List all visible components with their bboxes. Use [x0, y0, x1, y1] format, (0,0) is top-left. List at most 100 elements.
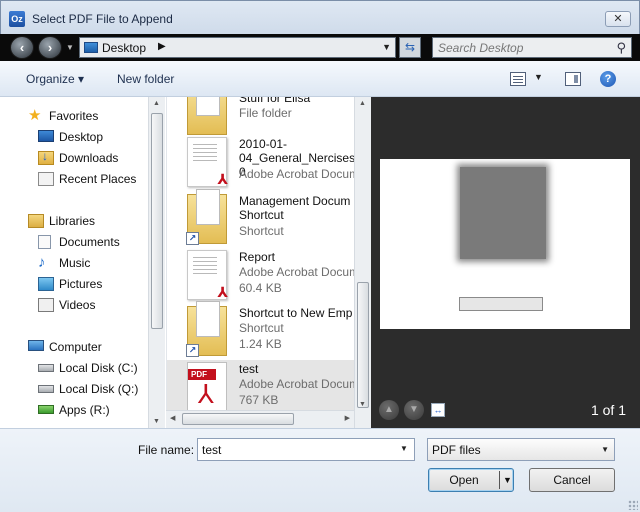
arrow-up-icon: ▲ [384, 404, 394, 415]
nav-item-local-disk-c[interactable]: Local Disk (C:) [0, 358, 148, 378]
organize-button[interactable]: Organize ▾ [26, 72, 84, 86]
file-item-report[interactable]: ⅄ Report Adobe Acrobat Docum 60.4 KB [167, 248, 354, 305]
file-name-label: File name: [138, 443, 195, 457]
file-type-value: PDF files [432, 443, 481, 457]
nav-favorites[interactable]: ★ Favorites [0, 106, 148, 126]
fit-width-button[interactable]: ↔ [431, 403, 445, 417]
navigation-pane: ★ Favorites Desktop Downloads Recent Pla… [0, 97, 148, 428]
nav-item-apps-r[interactable]: Apps (R:) [0, 400, 148, 420]
videos-icon [38, 298, 54, 312]
open-options-dropdown-icon[interactable]: ▼ [503, 469, 512, 491]
nav-label: Local Disk (Q:) [59, 382, 139, 396]
change-view-button[interactable]: ▼ [510, 71, 544, 87]
file-name-input[interactable] [197, 438, 415, 461]
acrobat-logo-icon: ⅄ [198, 379, 214, 409]
app-icon: Oz [9, 11, 25, 27]
pictures-icon [38, 277, 54, 291]
file-size: 1.24 KB [239, 337, 282, 351]
file-name: Stuff for Elisa [239, 97, 311, 105]
pdf-document-icon: ⅄ [187, 250, 228, 300]
file-item-stuff-for-elisa[interactable]: Stuff for Elisa File folder [167, 97, 354, 140]
file-item-general-exercises[interactable]: ⅄ 2010-01-04_General_Nercises_ver2-0 Ado… [167, 135, 354, 192]
address-location[interactable]: Desktop [102, 41, 146, 55]
nav-item-recent-places[interactable]: Recent Places [0, 169, 148, 189]
file-item-management-documents-shortcut[interactable]: ↗ Management Docum Shortcut Shortcut [167, 189, 354, 249]
nav-item-desktop[interactable]: Desktop [0, 127, 148, 147]
previous-page-button[interactable]: ▲ [379, 400, 399, 420]
scrollbar-thumb[interactable] [182, 413, 294, 425]
recent-locations-dropdown-icon[interactable]: ▼ [66, 43, 74, 52]
desktop-icon [38, 130, 54, 142]
acrobat-logo-icon: ⅄ [217, 171, 228, 187]
file-name: test [239, 362, 259, 376]
forward-button[interactable]: › [38, 36, 62, 59]
chevron-down-icon[interactable]: ▼ [534, 72, 543, 82]
dialog-footer: File name: ▼ PDF files ▼ Open ▼ Cancel [0, 428, 640, 512]
nav-item-videos[interactable]: Videos [0, 295, 148, 315]
hard-disk-icon [38, 385, 54, 393]
nav-item-downloads[interactable]: Downloads [0, 148, 148, 168]
preview-pane: ▲ ▼ ↔ 1 of 1 [371, 97, 640, 428]
view-list-icon [510, 72, 526, 86]
scrollbar-thumb[interactable] [151, 113, 163, 329]
close-button[interactable]: ✕ [605, 11, 631, 27]
address-bar-row: ‹ › ▼ Desktop ▶ ▼ ⇆ Search Desktop ⚲ [0, 34, 640, 61]
search-input[interactable]: Search Desktop ⚲ [432, 37, 632, 58]
search-icon[interactable]: ⚲ [616, 40, 626, 56]
file-type: Shortcut [239, 321, 284, 335]
breadcrumb-chevron-icon[interactable]: ▶ [158, 41, 166, 52]
file-name: Shortcut to New Emp [239, 306, 353, 320]
address-bar[interactable]: Desktop ▶ ▼ [79, 37, 396, 58]
nav-item-music[interactable]: ♪ Music [0, 253, 148, 273]
navigation-scrollbar[interactable]: ▲ ▼ [148, 97, 165, 428]
scroll-left-icon[interactable]: ◀ [170, 414, 175, 422]
folder-icon [187, 97, 227, 135]
file-name-dropdown-icon[interactable]: ▼ [400, 444, 408, 453]
scroll-down-icon[interactable]: ▼ [153, 418, 160, 425]
cancel-button[interactable]: Cancel [529, 468, 615, 492]
refresh-icon: ⇆ [404, 40, 416, 54]
title-bar: Oz Select PDF File to Append ✕ [0, 0, 640, 34]
nav-item-local-disk-q[interactable]: Local Disk (Q:) [0, 379, 148, 399]
scroll-up-icon[interactable]: ▲ [153, 100, 160, 107]
command-toolbar: Organize ▾ New folder ▼ ? [0, 61, 640, 97]
file-type: Adobe Acrobat Docum [239, 167, 354, 181]
scroll-up-icon[interactable]: ▲ [359, 100, 366, 107]
file-type: Shortcut [239, 224, 284, 238]
file-name: Management Docum Shortcut [239, 194, 351, 222]
folder-icon: ↗ [186, 301, 227, 357]
arrow-left-icon: ‹ [19, 40, 25, 55]
nav-label: Music [59, 256, 91, 270]
help-button[interactable]: ? [600, 71, 616, 87]
nav-label: Videos [59, 298, 96, 312]
open-button[interactable]: Open ▼ [428, 468, 514, 492]
scroll-right-icon[interactable]: ▶ [345, 414, 350, 422]
nav-label: Favorites [49, 109, 99, 123]
libraries-icon [28, 214, 44, 228]
nav-libraries[interactable]: Libraries [0, 211, 148, 231]
scroll-down-icon[interactable]: ▼ [359, 401, 366, 408]
new-folder-button[interactable]: New folder [117, 72, 174, 86]
nav-item-documents[interactable]: Documents [0, 232, 148, 252]
file-item-test[interactable]: PDF ⅄ test Adobe Acrobat Docum 767 KB [167, 360, 354, 410]
scrollbar-thumb[interactable] [357, 282, 369, 408]
file-list-horizontal-scrollbar[interactable]: ◀ ▶ [166, 410, 354, 428]
nav-item-pictures[interactable]: Pictures [0, 274, 148, 294]
resize-grip[interactable] [628, 500, 638, 510]
back-button[interactable]: ‹ [10, 36, 34, 59]
nav-computer[interactable]: Computer [0, 337, 148, 357]
nav-label: Libraries [49, 214, 96, 228]
shortcut-arrow-icon: ↗ [186, 232, 199, 245]
nav-label: Downloads [59, 151, 119, 165]
nav-label: Computer [49, 340, 102, 354]
file-list-vertical-scrollbar[interactable]: ▲ ▼ [354, 97, 371, 428]
desktop-icon [84, 42, 98, 53]
next-page-button[interactable]: ▼ [404, 400, 424, 420]
file-type-select[interactable]: PDF files ▼ [427, 438, 615, 461]
address-dropdown-icon[interactable]: ▼ [382, 42, 391, 52]
preview-pane-toggle[interactable] [565, 72, 581, 86]
file-item-shortcut-to-new-emp[interactable]: ↗ Shortcut to New Emp Shortcut 1.24 KB [167, 301, 354, 361]
preview-image-block [460, 167, 546, 259]
nav-label: Local Disk (C:) [59, 361, 138, 375]
refresh-button[interactable]: ⇆ [399, 37, 421, 58]
